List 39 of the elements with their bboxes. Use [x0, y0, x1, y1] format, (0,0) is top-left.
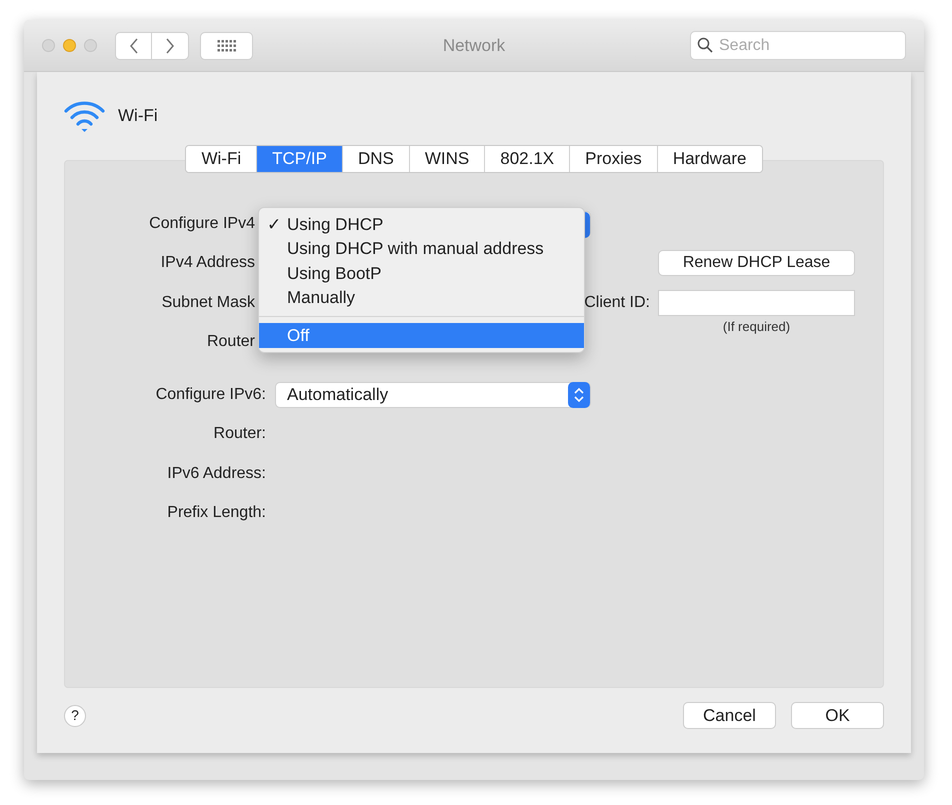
- field-label: Subnet Mask: [162, 292, 255, 313]
- search-icon: [697, 37, 713, 53]
- grid-icon: [216, 40, 236, 52]
- tab[interactable]: TCP/IP: [256, 146, 342, 172]
- tab[interactable]: Hardware: [656, 146, 762, 172]
- help-button[interactable]: ?: [64, 704, 86, 726]
- field-label: Configure IPv6:: [156, 384, 266, 405]
- renew-dhcp-lease-button[interactable]: Renew DHCP Lease: [658, 250, 855, 276]
- client-id-field[interactable]: [658, 290, 855, 316]
- field-label: Router:: [214, 424, 266, 444]
- dialog-button[interactable]: OK: [791, 702, 884, 729]
- field-label: Prefix Length:: [167, 503, 266, 524]
- menu-item[interactable]: Off: [259, 323, 584, 348]
- field-label: Router: [206, 332, 255, 352]
- forward-button[interactable]: [152, 32, 189, 60]
- menu-item[interactable]: Manually: [259, 286, 584, 310]
- field-label: IPv6 Address:: [167, 464, 266, 484]
- zoom-window-control[interactable]: [84, 39, 97, 52]
- chevron-right-icon: [165, 38, 175, 54]
- window-title: Network: [442, 34, 506, 57]
- menu-item[interactable]: ✓ Using DHCP: [259, 212, 584, 236]
- field-label: Client ID:: [584, 292, 650, 313]
- field-label: IPv4 Address: [160, 253, 255, 274]
- check-mark: ✓: [267, 214, 281, 236]
- show-all-button[interactable]: [200, 32, 253, 60]
- chevron-left-icon: [128, 38, 138, 54]
- back-button[interactable]: [115, 32, 152, 60]
- stepper-icon: [568, 382, 590, 408]
- wifi-icon: [64, 100, 105, 132]
- service-name: Wi-Fi: [118, 105, 158, 128]
- field-label: Configure IPv4: [149, 214, 255, 234]
- hint-text: (If required): [722, 318, 792, 336]
- search-field[interactable]: Search: [690, 31, 906, 60]
- close-window-control[interactable]: [42, 39, 55, 52]
- dialog-button[interactable]: Cancel: [683, 702, 776, 729]
- menu-item[interactable]: Using BootP: [259, 261, 584, 286]
- menu-item[interactable]: Using DHCP with manual address: [259, 236, 584, 261]
- popup-button[interactable]: Automatically: [275, 382, 591, 408]
- minimize-window-control[interactable]: [63, 39, 76, 52]
